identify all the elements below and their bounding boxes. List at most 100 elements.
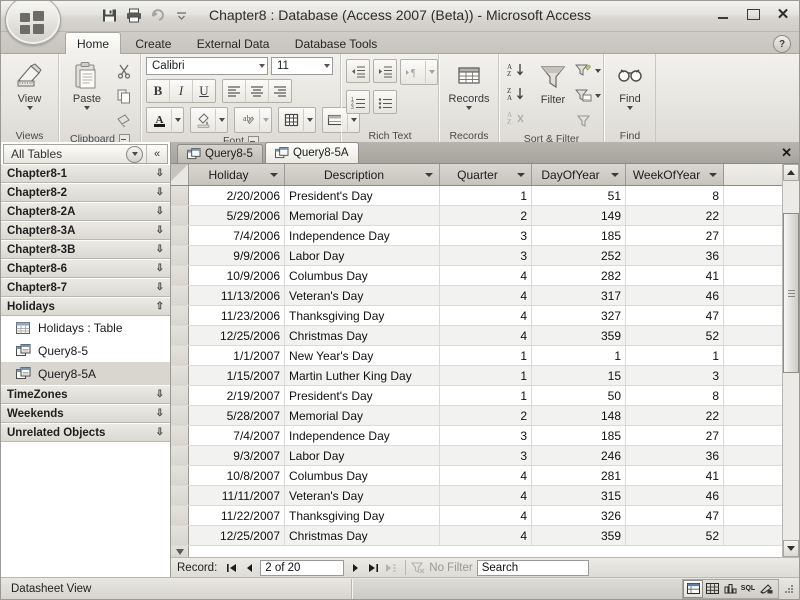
table-row[interactable]: 10/9/2006 Columbus Day 4 282 41 (171, 266, 782, 286)
vertical-scrollbar[interactable] (782, 164, 799, 557)
sort-ascending-button[interactable]: A Z (504, 58, 528, 82)
nav-group-chapter8-3b[interactable]: Chapter8-3B ⇩ (1, 240, 170, 259)
undo-icon[interactable] (147, 5, 168, 25)
maximize-button[interactable] (743, 5, 763, 23)
cell-weekofyear[interactable]: 8 (626, 386, 724, 405)
cell-description[interactable]: Labor Day (285, 446, 440, 465)
view-button[interactable]: View (5, 57, 54, 110)
cell-holiday[interactable]: 9/9/2006 (189, 246, 285, 265)
cell-quarter[interactable]: 4 (440, 526, 532, 545)
column-header-holiday[interactable]: Holiday (189, 164, 285, 185)
column-header-dayofyear[interactable]: DayOfYear (532, 164, 626, 185)
tab-home[interactable]: Home (65, 32, 122, 55)
chevron-down-icon[interactable] (171, 109, 183, 131)
print-icon[interactable] (123, 5, 144, 25)
table-row[interactable]: 12/25/2006 Christmas Day 4 359 52 (171, 326, 782, 346)
cell-description[interactable]: President's Day (285, 386, 440, 405)
row-selector[interactable] (171, 326, 189, 345)
cell-dayofyear[interactable]: 315 (532, 486, 626, 505)
copy-button[interactable] (112, 84, 136, 108)
sql-view-button[interactable]: SQL (739, 581, 757, 597)
chevron-double-down-icon[interactable]: ⇩ (156, 263, 164, 274)
cell-dayofyear[interactable]: 246 (532, 446, 626, 465)
cell-holiday[interactable]: 11/11/2007 (189, 486, 285, 505)
nav-group-holidays[interactable]: Holidays ⇧ (1, 297, 170, 316)
cell-holiday[interactable]: 11/23/2006 (189, 306, 285, 325)
italic-button[interactable]: I (169, 80, 192, 102)
chevron-down-icon[interactable] (611, 172, 619, 177)
previous-record-button[interactable] (240, 559, 258, 576)
cell-quarter[interactable]: 2 (440, 206, 532, 225)
text-direction-button[interactable]: ¶ (401, 60, 425, 84)
row-selector[interactable] (171, 266, 189, 285)
cell-weekofyear[interactable]: 36 (626, 446, 724, 465)
row-selector[interactable] (171, 206, 189, 225)
cell-holiday[interactable]: 7/4/2006 (189, 226, 285, 245)
help-icon[interactable]: ? (773, 35, 791, 53)
format-painter-button[interactable] (112, 109, 136, 133)
sort-descending-button[interactable]: Z A (504, 82, 528, 106)
nav-group-chapter8-7[interactable]: Chapter8-7 ⇩ (1, 278, 170, 297)
cell-description[interactable]: Thanksgiving Day (285, 306, 440, 325)
decrease-indent-button[interactable] (346, 59, 370, 83)
cell-holiday[interactable]: 1/15/2007 (189, 366, 285, 385)
cell-dayofyear[interactable]: 185 (532, 226, 626, 245)
minimize-button[interactable] (713, 5, 733, 23)
column-header-quarter[interactable]: Quarter (440, 164, 532, 185)
cell-holiday[interactable]: 12/25/2007 (189, 526, 285, 545)
cell-weekofyear[interactable]: 8 (626, 186, 724, 205)
font-name-combo[interactable]: Calibri (146, 57, 268, 75)
cell-holiday[interactable]: 5/29/2006 (189, 206, 285, 225)
alternate-fill-split[interactable]: ab (234, 107, 272, 133)
chevron-down-icon[interactable] (324, 64, 330, 68)
cell-quarter[interactable]: 4 (440, 326, 532, 345)
row-selector[interactable] (171, 426, 189, 445)
chevron-double-down-icon[interactable]: ⇩ (156, 282, 164, 293)
chevron-down-icon[interactable] (627, 106, 633, 110)
cell-description[interactable]: Christmas Day (285, 326, 440, 345)
column-header-weekofyear[interactable]: WeekOfYear (626, 164, 724, 185)
row-selector[interactable] (171, 446, 189, 465)
gridlines-split[interactable] (278, 107, 316, 133)
cell-weekofyear[interactable]: 27 (626, 426, 724, 445)
scroll-down-button[interactable] (783, 540, 799, 557)
chevron-down-icon[interactable] (303, 109, 315, 131)
cell-weekofyear[interactable]: 27 (626, 226, 724, 245)
table-row[interactable]: 2/19/2007 President's Day 1 50 8 (171, 386, 782, 406)
cell-quarter[interactable]: 4 (440, 486, 532, 505)
row-selector[interactable] (171, 186, 189, 205)
cell-quarter[interactable]: 4 (440, 306, 532, 325)
row-selector[interactable] (171, 286, 189, 305)
chevron-down-icon[interactable] (26, 106, 33, 110)
cell-weekofyear[interactable]: 47 (626, 306, 724, 325)
table-row[interactable]: 10/8/2007 Columbus Day 4 281 41 (171, 466, 782, 486)
nav-item-holidays-table[interactable]: Holidays : Table (1, 316, 170, 339)
cell-description[interactable]: Veteran's Day (285, 486, 440, 505)
cell-dayofyear[interactable]: 359 (532, 526, 626, 545)
cell-quarter[interactable]: 1 (440, 346, 532, 365)
chevron-down-icon[interactable] (259, 109, 271, 131)
pivottable-view-button[interactable] (703, 581, 721, 597)
paste-button[interactable]: Paste (64, 57, 110, 110)
cell-holiday[interactable]: 2/20/2006 (189, 186, 285, 205)
row-selector[interactable] (171, 226, 189, 245)
numbered-list-button[interactable]: 1 2 3 (346, 90, 370, 114)
chevron-down-icon[interactable] (425, 172, 433, 177)
cell-holiday[interactable]: 11/22/2007 (189, 506, 285, 525)
chevron-down-icon[interactable] (126, 145, 143, 163)
cell-dayofyear[interactable]: 15 (532, 366, 626, 385)
cell-quarter[interactable]: 1 (440, 186, 532, 205)
next-record-button[interactable] (346, 559, 364, 576)
table-row[interactable]: 9/9/2006 Labor Day 3 252 36 (171, 246, 782, 266)
cell-description[interactable]: Columbus Day (285, 466, 440, 485)
cell-description[interactable]: Independence Day (285, 426, 440, 445)
row-selector[interactable] (171, 386, 189, 405)
chevron-double-down-icon[interactable]: ⇩ (156, 225, 164, 236)
table-row[interactable]: 9/3/2007 Labor Day 3 246 36 (171, 446, 782, 466)
chevron-double-down-icon[interactable]: ⇩ (156, 206, 164, 217)
chevron-down-icon[interactable] (215, 109, 227, 131)
chevron-down-icon[interactable] (270, 172, 278, 177)
row-selector[interactable] (171, 466, 189, 485)
nav-group-chapter8-1[interactable]: Chapter8-1 ⇩ (1, 164, 170, 183)
cell-weekofyear[interactable]: 52 (626, 326, 724, 345)
